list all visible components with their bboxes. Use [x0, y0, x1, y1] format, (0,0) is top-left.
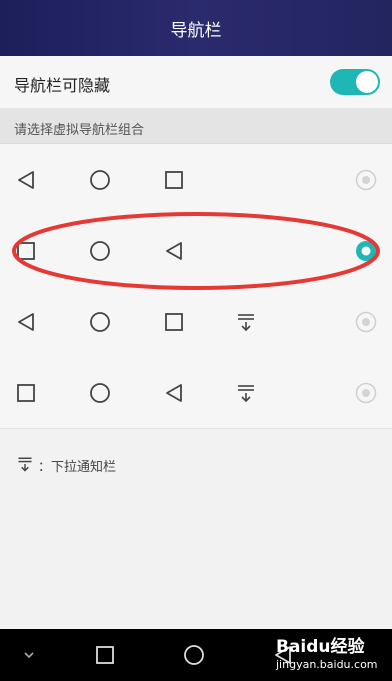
home-icon	[90, 241, 110, 261]
back-icon	[18, 171, 34, 189]
nav-option-4[interactable]	[0, 357, 392, 429]
notification-pull-down-icon	[238, 314, 254, 332]
back-icon	[18, 313, 34, 331]
section-label: 请选择虚拟导航栏组合	[14, 123, 145, 138]
notification-pull-down-icon	[238, 385, 254, 403]
legend-text: ：下拉通知栏	[38, 460, 117, 475]
radio-button-selected[interactable]	[355, 240, 377, 262]
watermark-sub: jingyan.baidu.com	[276, 658, 378, 671]
back-icon	[166, 242, 182, 260]
home-icon	[90, 170, 110, 190]
collapse-icon[interactable]	[18, 644, 40, 666]
recent-apps-icon	[165, 313, 183, 331]
nav-option-3[interactable]	[0, 286, 392, 358]
hide-nav-setting-row[interactable]: 导航栏可隐藏	[0, 56, 392, 109]
back-icon	[166, 384, 182, 402]
radio-button[interactable]	[355, 311, 377, 333]
recent-apps-icon	[17, 384, 35, 402]
recent-apps-icon	[165, 171, 183, 189]
title-bar: 导航栏	[0, 0, 392, 56]
radio-button[interactable]	[355, 382, 377, 404]
recent-apps-icon	[17, 242, 35, 260]
hide-nav-toggle[interactable]	[330, 69, 380, 95]
watermark: Baidu经验 jingyan.baidu.com	[262, 626, 392, 681]
home-icon	[90, 312, 110, 332]
recent-apps-icon[interactable]	[94, 644, 116, 666]
watermark-main: Baidu经验	[276, 637, 365, 657]
radio-button[interactable]	[355, 169, 377, 191]
nav-option-2[interactable]	[0, 215, 392, 287]
section-header: 请选择虚拟导航栏组合	[0, 109, 392, 144]
toggle-knob	[356, 71, 378, 93]
hide-nav-label: 导航栏可隐藏	[14, 76, 111, 95]
home-icon	[90, 383, 110, 403]
page-title: 导航栏	[170, 20, 222, 41]
notification-pull-down-icon	[18, 457, 32, 472]
nav-option-1[interactable]	[0, 144, 392, 216]
home-icon[interactable]	[183, 644, 205, 666]
